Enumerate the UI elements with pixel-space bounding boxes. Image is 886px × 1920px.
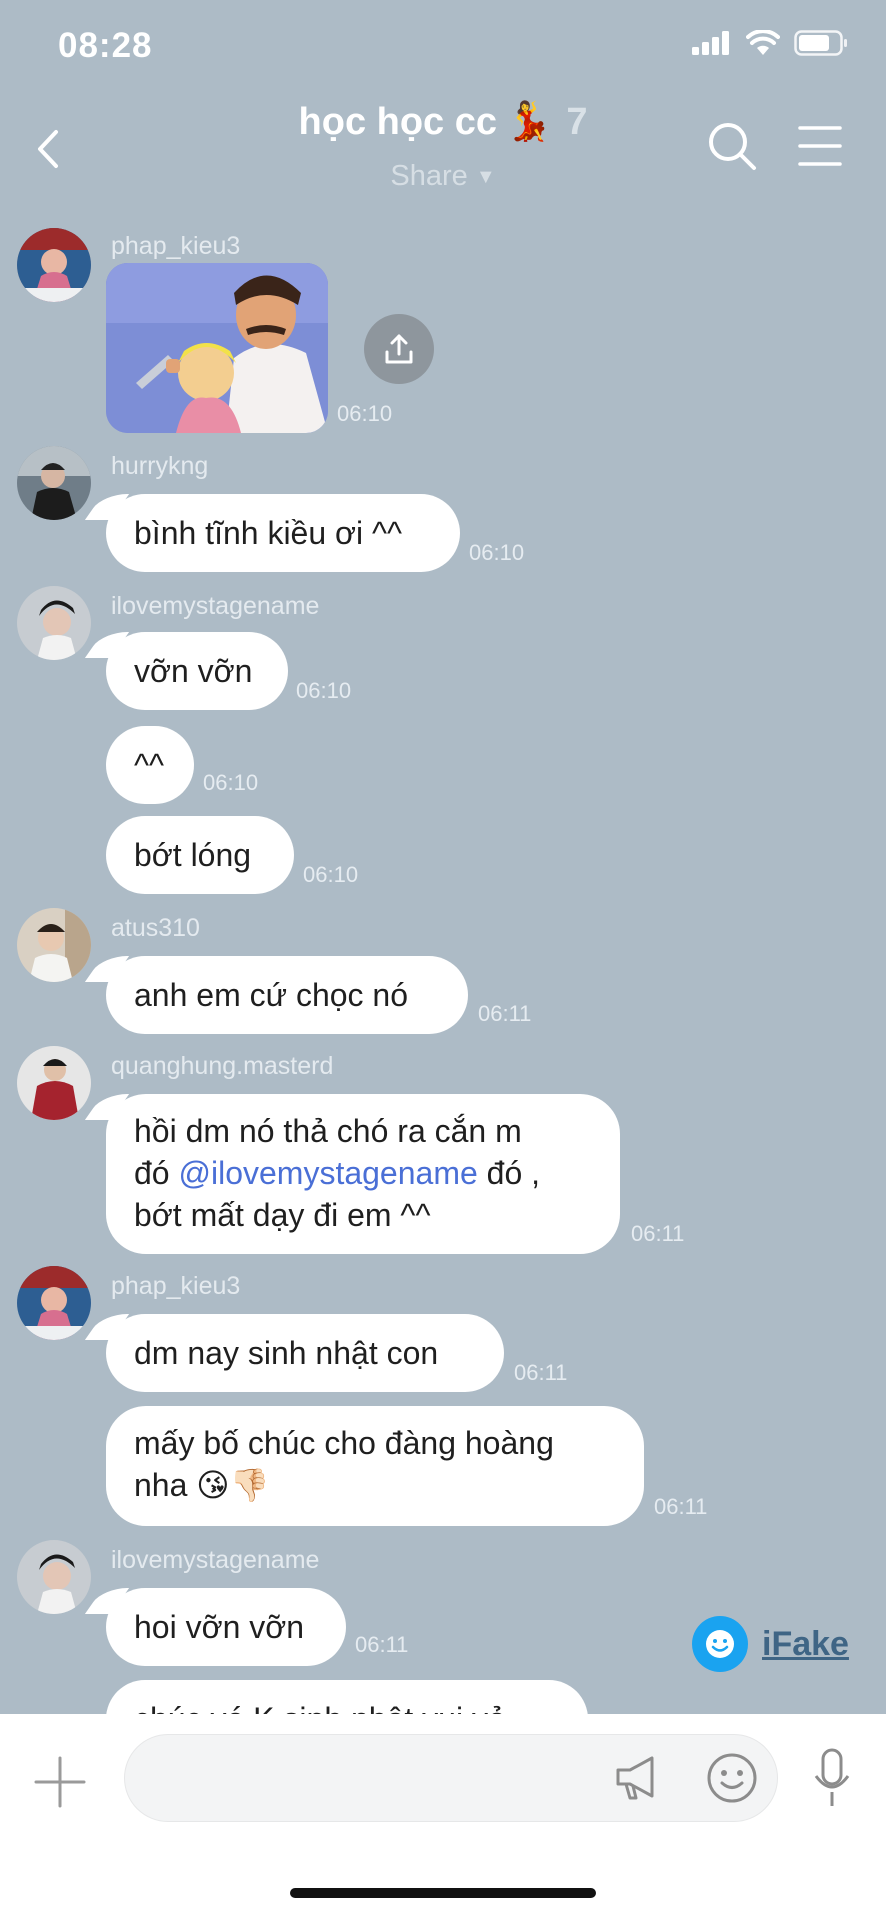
upload-icon (385, 334, 413, 364)
message-time: 06:11 (631, 1221, 685, 1246)
message-bubble[interactable]: chúc vé K sinh nhật vui vẻ (106, 1680, 588, 1714)
avatar[interactable] (17, 908, 91, 982)
sender-name: phap_kieu3 (111, 1272, 241, 1300)
message-bubble[interactable]: hồi dm nó thả chó ra cắn m đó @ilovemyst… (106, 1094, 620, 1254)
message-bubble[interactable]: dm nay sinh nhật con (106, 1314, 504, 1392)
avatar[interactable] (17, 1046, 91, 1120)
message-input[interactable] (124, 1734, 778, 1822)
sender-name: quanghung.masterd (111, 1052, 334, 1080)
home-indicator[interactable] (290, 1888, 596, 1898)
emoji-button[interactable] (706, 1752, 758, 1804)
sender-name: ilovemystagename (111, 592, 320, 620)
chat-area[interactable]: phap_kieu3 06:10 hurrykng bình tĩnh kiều… (0, 0, 886, 1714)
ifake-label: iFake (762, 1624, 849, 1663)
mention-link[interactable]: @ilovemystagename (178, 1155, 477, 1191)
message-bubble[interactable]: vỡn vỡn (106, 632, 288, 710)
message-time: 06:10 (469, 540, 525, 565)
message-bubble[interactable]: bình tĩnh kiều ơi ^^ (106, 494, 460, 572)
message-time: 06:11 (514, 1360, 568, 1385)
avatar[interactable] (17, 1266, 91, 1340)
message-text: đó (134, 1155, 179, 1191)
avatar[interactable] (17, 446, 91, 520)
avatar[interactable] (17, 586, 91, 660)
message-time: 06:10 (296, 678, 352, 703)
message-text: đó , (477, 1155, 541, 1191)
message-bubble[interactable]: anh em cứ chọc nó (106, 956, 468, 1034)
sender-name: ilovemystagename (111, 1546, 320, 1574)
message-line: nha 😘👎🏻 (134, 1467, 270, 1503)
message-bubble[interactable]: bớt lóng (106, 816, 294, 894)
share-button[interactable] (364, 314, 434, 384)
megaphone-button[interactable] (612, 1752, 664, 1802)
message-time: 06:11 (654, 1494, 708, 1519)
message-line: mấy bố chúc cho đàng hoàng (134, 1425, 554, 1461)
microphone-button[interactable] (812, 1748, 852, 1808)
message-time: 06:11 (355, 1632, 409, 1657)
message-line: đó @ilovemystagename đó , (134, 1152, 592, 1194)
message-line: bớt mất dạy đi em ^^ (134, 1197, 431, 1233)
sender-name: hurrykng (111, 452, 209, 480)
photo-message[interactable] (106, 263, 328, 433)
sender-name: phap_kieu3 (111, 232, 241, 260)
avatar[interactable] (17, 1540, 91, 1614)
ifake-watermark: iFake (692, 1616, 849, 1672)
sender-name: atus310 (111, 914, 200, 942)
message-bubble[interactable]: ^^ (106, 726, 194, 804)
message-time: 06:10 (337, 401, 393, 426)
message-bubble[interactable]: mấy bố chúc cho đàng hoàng nha 😘👎🏻 (106, 1406, 644, 1526)
message-line: hồi dm nó thả chó ra cắn m (134, 1113, 522, 1149)
message-time: 06:11 (478, 1001, 532, 1026)
message-time: 06:10 (203, 770, 259, 795)
message-time: 06:10 (303, 862, 359, 887)
plus-button[interactable] (34, 1756, 86, 1808)
message-bubble[interactable]: hoi vỡn vỡn (106, 1588, 346, 1666)
ifake-logo-icon (692, 1616, 748, 1672)
avatar[interactable] (17, 228, 91, 302)
